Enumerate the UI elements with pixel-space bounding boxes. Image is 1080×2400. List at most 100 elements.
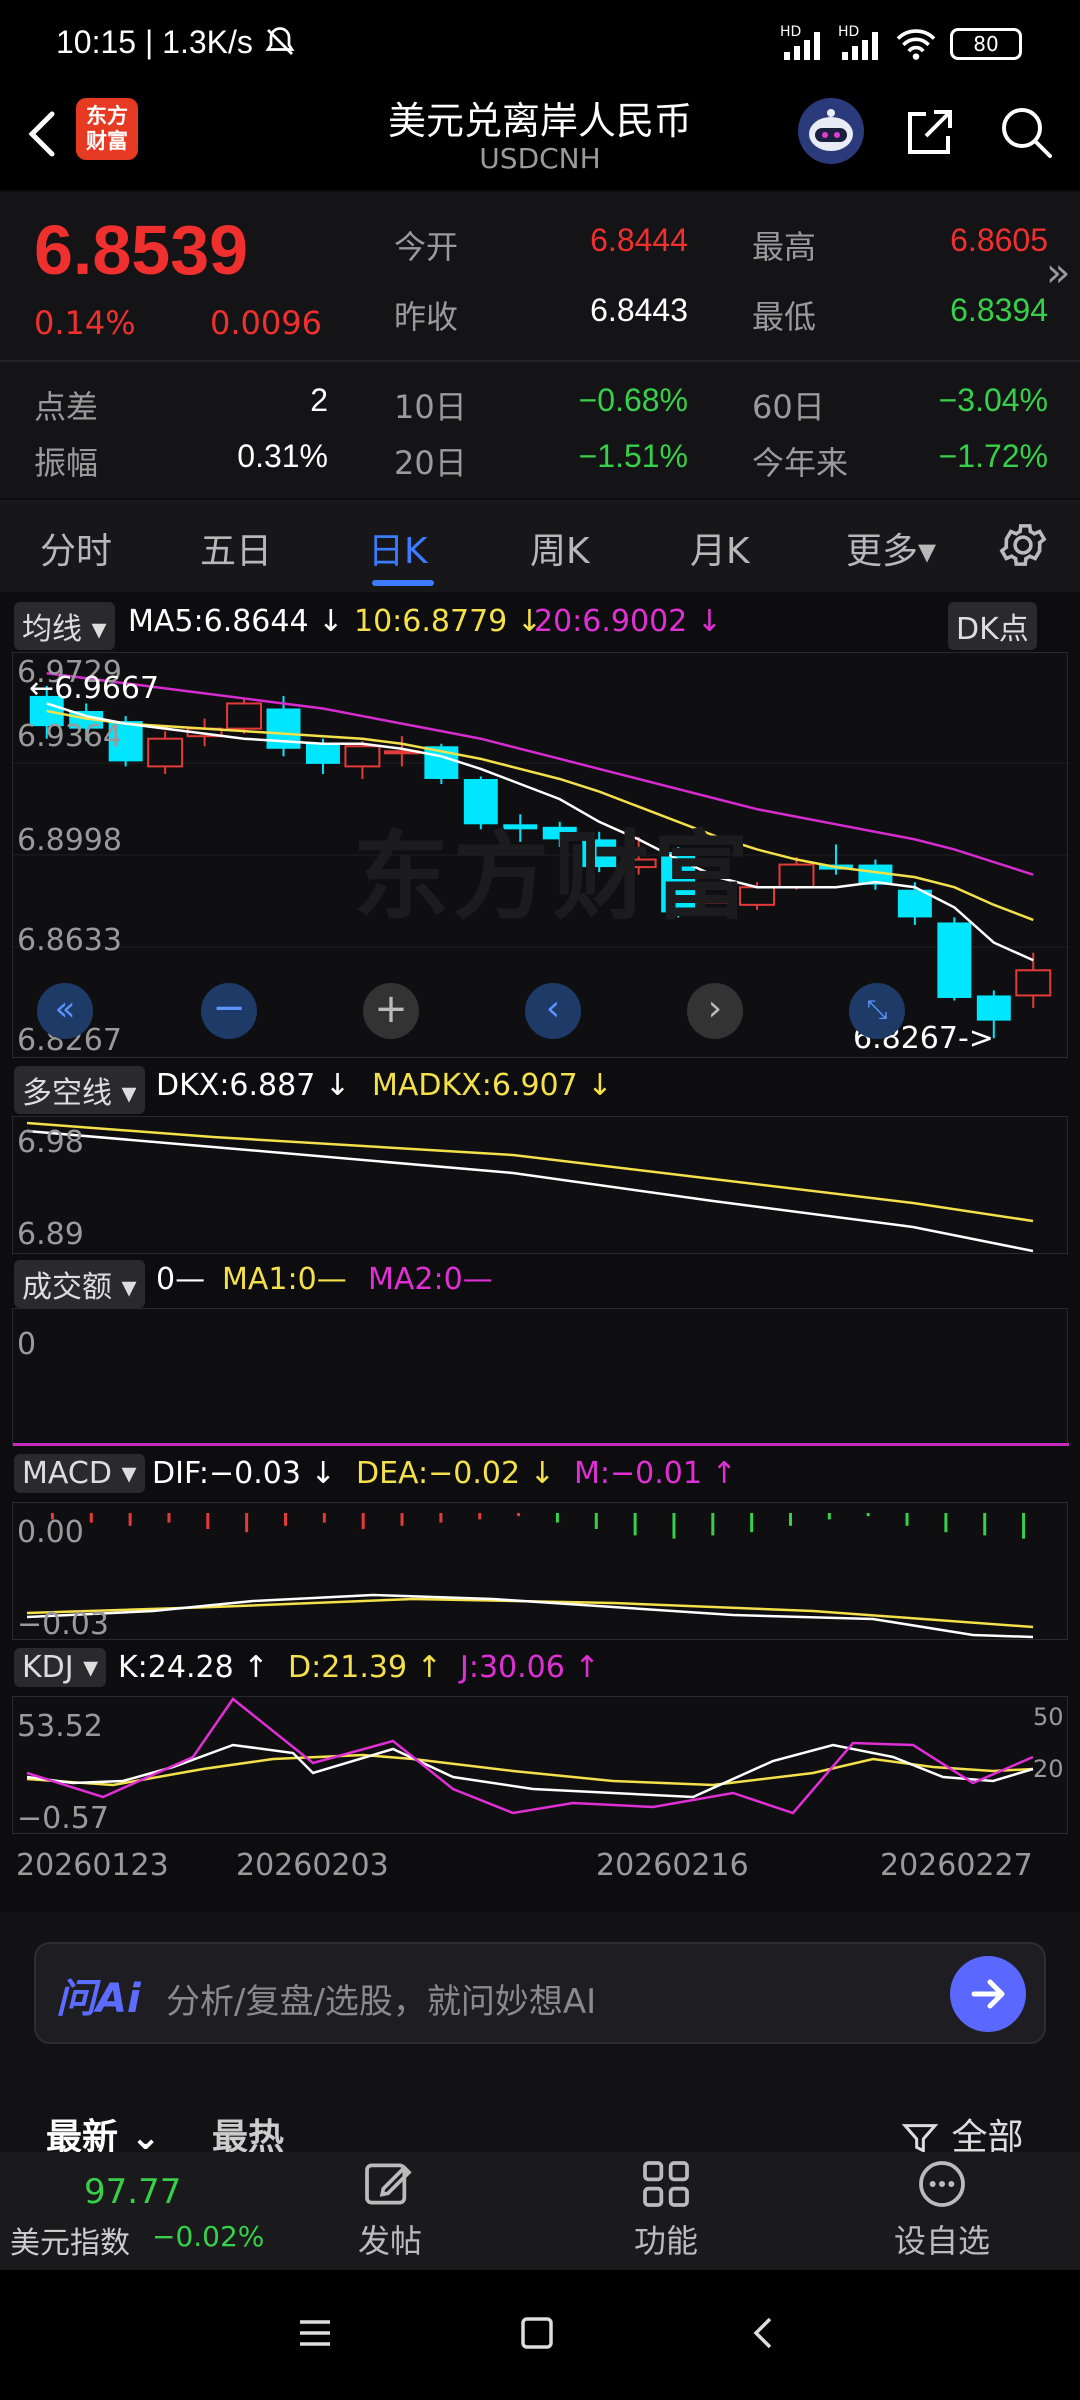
feed-tab-latest[interactable]: 最新 ⌄ bbox=[46, 2108, 161, 2152]
watermark: 东方财富 bbox=[353, 821, 753, 933]
fullscreen-icon[interactable]: ⤡ bbox=[849, 983, 905, 1039]
signal-icon-2 bbox=[840, 28, 886, 66]
d60-value: −3.04% bbox=[938, 382, 1048, 418]
ai-input-box[interactable]: 问Ai 分析/复盘/选股，就问妙想AI bbox=[34, 1942, 1046, 2044]
ai-robot-icon[interactable] bbox=[798, 98, 864, 164]
d20-value: −1.51% bbox=[578, 438, 688, 474]
zoom-in-icon[interactable]: + bbox=[363, 983, 419, 1039]
ma10-value: 10:6.8779 ↓ bbox=[354, 604, 542, 639]
post-label[interactable]: 发帖 bbox=[358, 2216, 422, 2262]
spread-label: 点差 bbox=[34, 388, 99, 426]
gear-icon[interactable] bbox=[996, 518, 1050, 576]
period-tabs: 分时 五日 日K 周K 月K 更多▾ bbox=[0, 500, 1080, 592]
menu-icon[interactable] bbox=[296, 2316, 334, 2354]
volume-selector[interactable]: 成交额 ▾ bbox=[14, 1260, 145, 1308]
low-label: 最低 bbox=[752, 298, 817, 336]
tab-monthly-k[interactable]: 月K bbox=[690, 522, 750, 574]
kdj-selector[interactable]: KDJ ▾ bbox=[14, 1648, 107, 1687]
macd-selector[interactable]: MACD ▾ bbox=[14, 1454, 145, 1493]
ma20-value: 20:6.9002 ↓ bbox=[534, 604, 722, 639]
vol-ma2-value: MA2:0— bbox=[368, 1262, 493, 1297]
volume-y-tick: 0 bbox=[17, 1327, 37, 1362]
signal-icon bbox=[782, 28, 828, 66]
candle-body bbox=[147, 737, 184, 768]
index-value: 97.77 bbox=[84, 2172, 182, 2212]
index-name[interactable]: 美元指数 bbox=[10, 2218, 130, 2262]
ma-selector[interactable]: 均线 ▾ bbox=[14, 602, 115, 650]
macd-y-tick-1: 0.00 bbox=[17, 1515, 84, 1550]
macd-legend: MACD ▾ DIF:−0.03 ↓ DEA:−0.02 ↓ M:−0.01 ↑ bbox=[0, 1452, 1080, 1502]
volume-legend: 成交额 ▾ 0— MA1:0— MA2:0— bbox=[0, 1258, 1080, 1308]
home-icon[interactable] bbox=[518, 2314, 556, 2356]
kdj-y-tick-1: 53.52 bbox=[17, 1709, 103, 1744]
candle-body bbox=[976, 995, 1011, 1021]
dkx-selector[interactable]: 多空线 ▾ bbox=[14, 1066, 145, 1114]
active-tab-indicator bbox=[372, 580, 434, 586]
quote-divider bbox=[0, 360, 1080, 362]
d20-label: 20日 bbox=[394, 444, 467, 482]
vol-ma1-value: MA1:0— bbox=[222, 1262, 347, 1297]
kdj-chart: 53.52 −0.57 50 20 bbox=[12, 1696, 1068, 1836]
arrow-right-icon bbox=[971, 1979, 1005, 2009]
kdj-right-tick-2: 20 bbox=[1033, 1755, 1064, 1783]
kdj-d-line bbox=[26, 1753, 1034, 1787]
back-icon[interactable] bbox=[748, 2314, 778, 2356]
ma-legend: 均线 ▾ MA5:6.8644 ↓ 10:6.8779 ↓ 20:6.9002 … bbox=[0, 600, 1080, 650]
ai-placeholder: 分析/复盘/选股，就问妙想AI bbox=[166, 1982, 597, 2022]
kdj-legend: KDJ ▾ K:24.28 ↑ D:21.39 ↑ J:30.06 ↑ bbox=[0, 1646, 1080, 1696]
dkx-y-tick-2: 6.89 bbox=[17, 1217, 84, 1252]
function-label[interactable]: 功能 bbox=[634, 2216, 698, 2262]
tab-five-day[interactable]: 五日 bbox=[200, 522, 272, 574]
ytd-value: −1.72% bbox=[938, 438, 1048, 474]
volume-value: 0— bbox=[156, 1262, 206, 1297]
change-percent: 0.14% bbox=[34, 304, 136, 342]
ytd-label: 今年来 bbox=[752, 444, 849, 482]
tab-more[interactable]: 更多▾ bbox=[846, 522, 936, 574]
status-bar: 10:15 | 1.3K/s HD HD 80 bbox=[0, 0, 1080, 90]
candle bbox=[818, 844, 853, 875]
madkx-line bbox=[26, 1121, 1034, 1223]
date-label-2: 20260203 bbox=[236, 1848, 389, 1883]
candle bbox=[226, 698, 263, 734]
macd-dea-value: DEA:−0.02 ↓ bbox=[356, 1456, 555, 1491]
bottom-nav: 97.77 美元指数 −0.02% 发帖 功能 设自选 bbox=[0, 2152, 1080, 2270]
search-icon[interactable] bbox=[996, 102, 1056, 162]
scroll-left-fast-icon[interactable]: « bbox=[37, 983, 93, 1039]
dkx-legend: 多空线 ▾ DKX:6.887 ↓ MADKX:6.907 ↓ bbox=[0, 1064, 1080, 1114]
bell-off-icon bbox=[262, 24, 298, 64]
header: 东方 财富 美元兑离岸人民币 USDCNH bbox=[0, 90, 1080, 190]
low-value: 6.8394 bbox=[950, 292, 1048, 328]
feed-filter[interactable]: 全部 bbox=[900, 2108, 1023, 2152]
candle-body bbox=[937, 922, 972, 998]
status-time: 10:15 | 1.3K/s bbox=[56, 24, 253, 60]
share-icon[interactable] bbox=[900, 102, 960, 162]
y-tick-4: 6.8633 bbox=[17, 923, 122, 958]
candle bbox=[344, 741, 381, 779]
candle-body bbox=[305, 743, 340, 764]
ai-send-button[interactable] bbox=[950, 1956, 1026, 2032]
candle-body bbox=[344, 745, 381, 768]
more-dots-icon[interactable] bbox=[914, 2156, 970, 2216]
edit-post-icon[interactable] bbox=[360, 2156, 416, 2216]
candle-body bbox=[778, 863, 815, 889]
tab-intraday[interactable]: 分时 bbox=[40, 522, 112, 574]
volume-ma-line bbox=[13, 1443, 1069, 1446]
date-label-3: 20260216 bbox=[596, 1848, 749, 1883]
dk-point-button[interactable]: DK点 bbox=[948, 602, 1037, 650]
scroll-right-icon[interactable]: › bbox=[687, 983, 743, 1039]
tab-daily-k[interactable]: 日K bbox=[368, 522, 428, 574]
zoom-out-icon[interactable]: − bbox=[201, 983, 257, 1039]
tab-weekly-k[interactable]: 周K bbox=[530, 522, 590, 574]
grid-function-icon[interactable] bbox=[638, 2156, 694, 2216]
dkx-svg bbox=[26, 1121, 1034, 1253]
dkx-line bbox=[26, 1129, 1034, 1253]
prev-close-value: 6.8443 bbox=[590, 292, 688, 328]
battery-icon: 80 bbox=[950, 28, 1022, 60]
expand-more-icon[interactable]: » bbox=[1046, 250, 1070, 296]
feed-tab-hot[interactable]: 最热 bbox=[212, 2108, 284, 2152]
kline-chart[interactable]: 东方财富 6.9729 6.9364 6.8998 6.8633 6.8267 … bbox=[12, 652, 1069, 1058]
scroll-left-icon[interactable]: ‹ bbox=[525, 983, 581, 1039]
high-label: 最高 bbox=[752, 228, 817, 266]
add-watchlist-label[interactable]: 设自选 bbox=[894, 2216, 990, 2262]
kdj-right-tick-1: 50 bbox=[1033, 1703, 1064, 1731]
